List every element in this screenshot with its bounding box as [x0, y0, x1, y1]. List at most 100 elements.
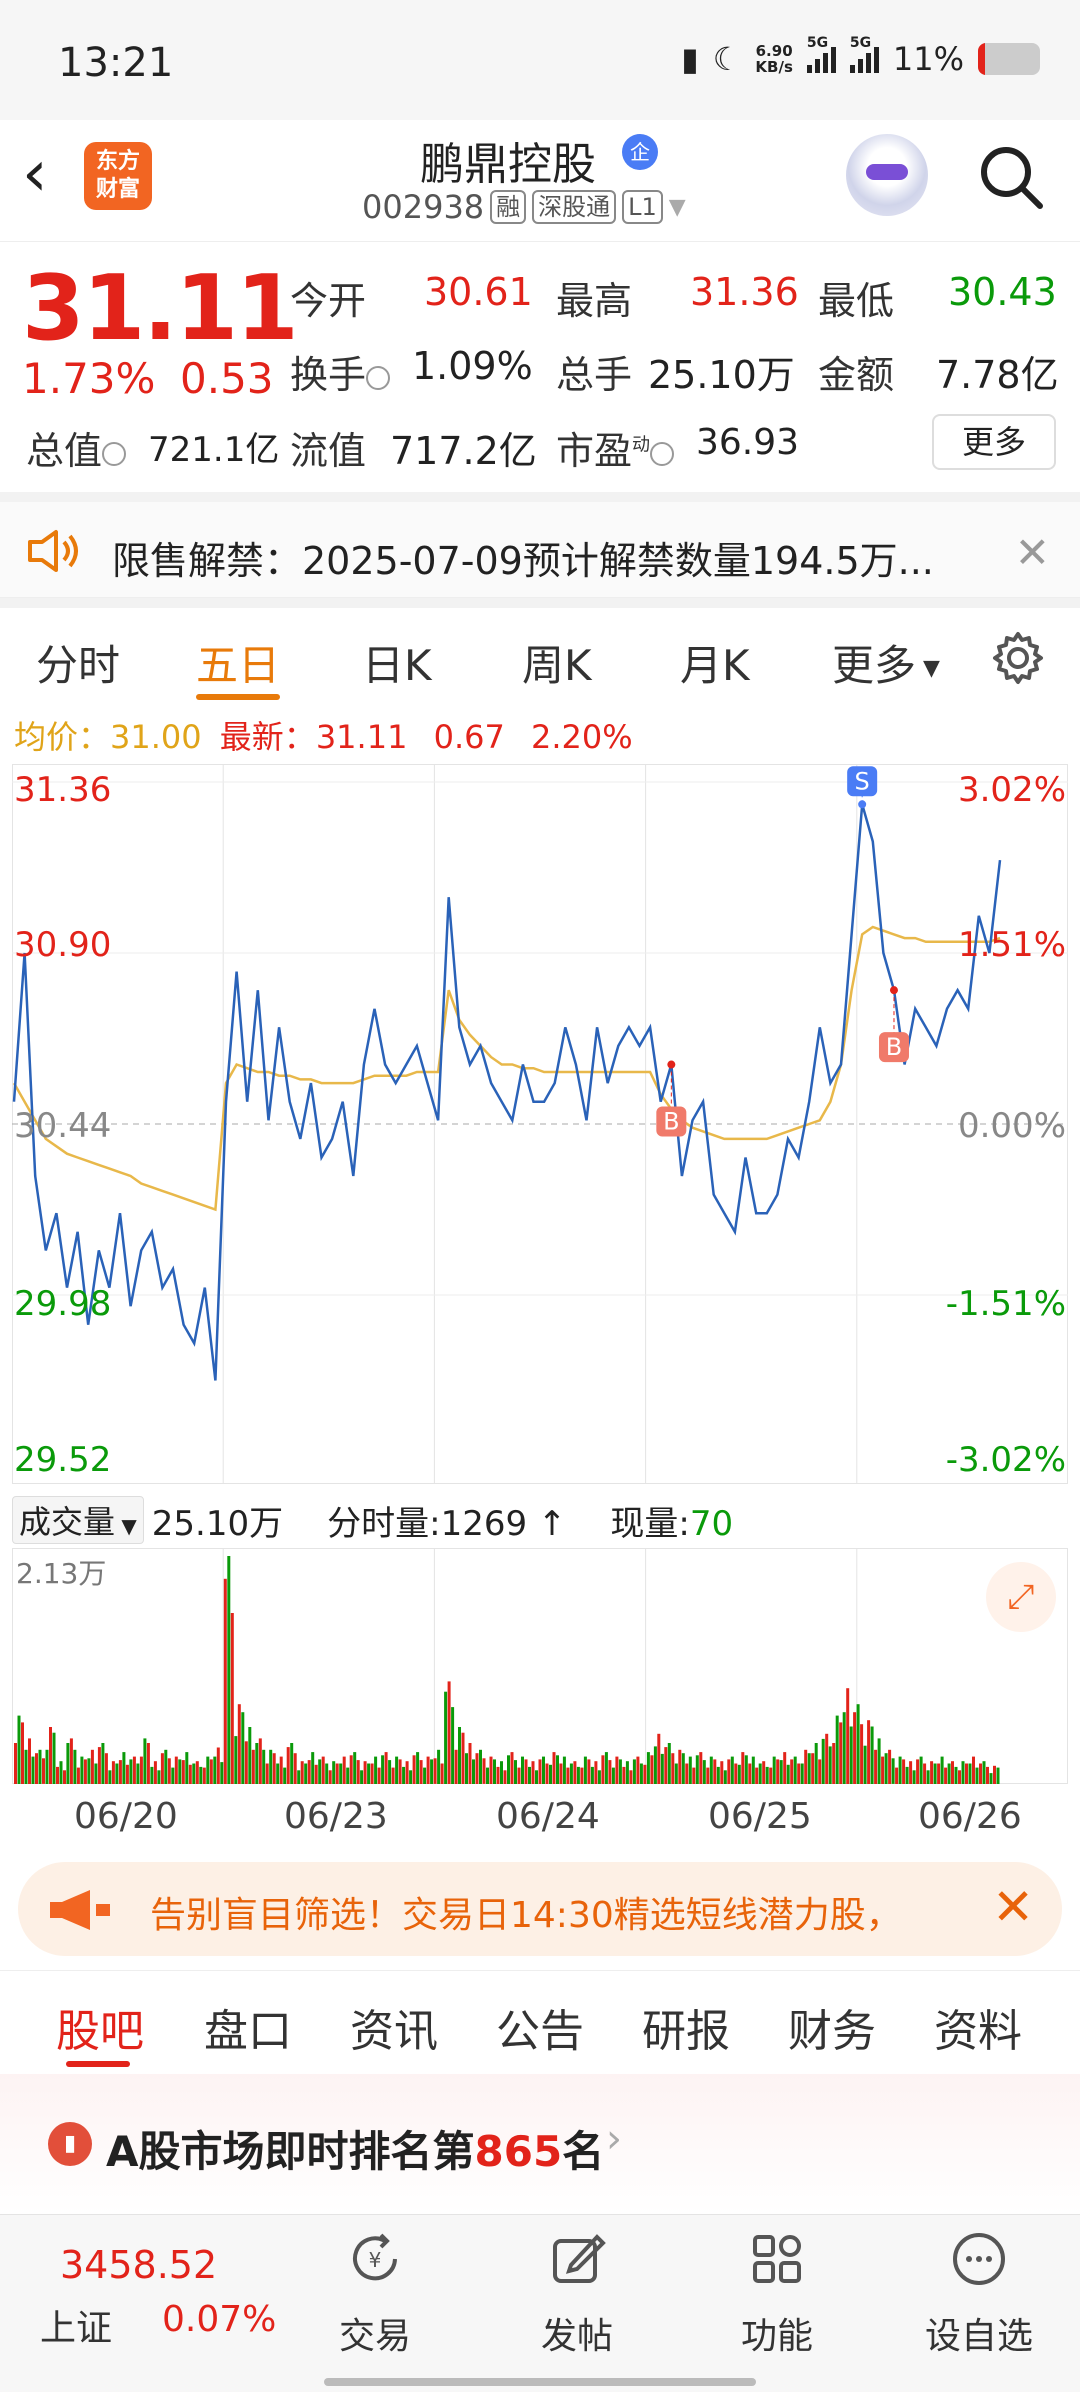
marker-dot	[858, 800, 867, 809]
volume-bar	[748, 1763, 752, 1784]
volume-bar	[307, 1760, 311, 1784]
volume-bar	[262, 1749, 266, 1784]
volume-bar	[370, 1763, 374, 1784]
volume-bar	[160, 1753, 164, 1784]
close-icon[interactable]: ✕	[1015, 528, 1050, 577]
nav-functions[interactable]: 功能	[702, 2215, 852, 2393]
tab-weekly-k[interactable]: 周K	[522, 632, 592, 693]
volume-header: 成交量 ▼ 25.10万 分时量:1269 ↑ 现量:70	[12, 1494, 1068, 1546]
tab-guba[interactable]: 股吧	[56, 1995, 144, 2059]
close-icon[interactable]: ✕	[992, 1878, 1034, 1936]
volume-bar	[590, 1766, 594, 1784]
volume-bar	[223, 1578, 227, 1784]
grid-icon	[753, 2235, 801, 2283]
nav-add-watchlist[interactable]: 设自选	[904, 2215, 1054, 2393]
volume-bar	[507, 1755, 510, 1784]
volume-bar	[692, 1767, 696, 1784]
megaphone-icon	[50, 1890, 110, 1930]
volume-bar	[514, 1760, 517, 1784]
tab-profile[interactable]: 资料	[934, 1995, 1022, 2059]
volume-bar	[989, 1773, 993, 1784]
volume-bar	[178, 1759, 182, 1784]
assistant-robot-icon[interactable]	[846, 134, 928, 216]
change-amount: 0.53	[180, 354, 274, 403]
five-day-price-chart[interactable]: S B B	[12, 764, 1068, 1484]
promo-banner[interactable]: 告别盲目筛选！交易日14:30精选短线潜力股， ✕	[18, 1862, 1062, 1956]
volume-bar	[790, 1759, 794, 1784]
volume-bar	[678, 1749, 682, 1784]
tab-news[interactable]: 资讯	[350, 1995, 438, 2059]
rank-text: A股市场即时排名第865名	[106, 2127, 605, 2176]
more-button[interactable]: 更多	[932, 414, 1056, 470]
low-value: 30.43	[948, 270, 1057, 314]
unlock-notice[interactable]: 限售解禁：2025-07-09预计解禁数量194.5万... ✕	[0, 492, 1080, 598]
info-icon[interactable]	[102, 441, 127, 466]
volume-bar	[741, 1752, 745, 1784]
volume-bar	[856, 1704, 860, 1784]
volume-bar	[968, 1763, 972, 1784]
volume-bar	[643, 1764, 647, 1784]
volume-bar	[108, 1770, 112, 1784]
tab-daily-k[interactable]: 日K	[362, 632, 432, 693]
volume-bar	[56, 1766, 59, 1784]
info-icon[interactable]	[650, 441, 675, 466]
tab-pankou[interactable]: 盘口	[204, 1995, 292, 2059]
volume-bar	[412, 1755, 416, 1784]
search-icon[interactable]	[976, 142, 1046, 212]
volume-bar	[947, 1763, 951, 1784]
volume-bar	[230, 1613, 234, 1784]
tab-announcements[interactable]: 公告	[496, 1995, 584, 2059]
tab-monthly-k[interactable]: 月K	[680, 632, 750, 693]
back-arrow-icon[interactable]: ‹	[22, 142, 48, 206]
tab-fenshi[interactable]: 分时	[36, 632, 120, 693]
volume-bar	[342, 1756, 346, 1784]
market-rank-banner[interactable]: ▮ A股市场即时排名第865名 ›	[0, 2074, 1080, 2214]
volume-bar	[937, 1763, 941, 1784]
change-percent: 1.73%	[22, 354, 156, 403]
expand-icon[interactable]: ⤢	[986, 1562, 1056, 1632]
eastmoney-logo[interactable]: 东方 财富	[84, 142, 152, 210]
volume-bar	[528, 1766, 531, 1784]
tab-research[interactable]: 研报	[642, 1995, 730, 2059]
volume-bar	[930, 1761, 934, 1784]
tab-five-day[interactable]: 五日	[196, 632, 280, 693]
volume-bar	[562, 1756, 566, 1784]
nav-trade[interactable]: ¥ 交易	[300, 2215, 450, 2393]
tab-finance[interactable]: 财务	[788, 1995, 876, 2059]
volume-bar	[825, 1733, 829, 1784]
volume-bar	[356, 1760, 360, 1784]
volume-bar	[87, 1758, 91, 1784]
volume-bar	[472, 1759, 475, 1784]
tab-more[interactable]: 更多 ▼	[832, 632, 940, 693]
volume-chart[interactable]	[12, 1548, 1068, 1785]
speaker-icon	[28, 530, 78, 572]
y-tick-right-1: 1.51%	[957, 925, 1066, 965]
volume-bar	[444, 1691, 448, 1784]
volume-bar	[63, 1770, 66, 1784]
volume-bar	[377, 1767, 381, 1784]
volume-bar	[517, 1767, 521, 1784]
info-icon[interactable]	[366, 365, 391, 390]
avg-price: 31.00	[110, 718, 202, 756]
volume-bar	[164, 1749, 168, 1784]
index-quote[interactable]: 3458.52 上证 0.07%	[0, 2215, 290, 2393]
nav-post[interactable]: 发帖	[502, 2215, 652, 2393]
stock-code-row[interactable]: 002938 融 深股通 L1 ▼	[362, 188, 686, 226]
volume-bar	[283, 1767, 287, 1784]
volume-bar	[622, 1766, 626, 1784]
volume-bar	[503, 1770, 507, 1784]
volume-bar	[608, 1760, 612, 1784]
gear-icon[interactable]	[990, 630, 1046, 686]
volume-bar	[583, 1756, 587, 1784]
volume-bar	[129, 1759, 133, 1784]
volume-bar	[17, 1715, 21, 1784]
volume-bar	[552, 1752, 556, 1784]
indicator-select[interactable]: 成交量 ▼	[12, 1496, 144, 1544]
volume-bar	[122, 1752, 126, 1784]
vibrate-icon: ▮	[681, 40, 699, 78]
volume-bar	[835, 1715, 839, 1784]
nav-add-watchlist-label: 设自选	[924, 2316, 1033, 2357]
volume-bar	[237, 1704, 241, 1784]
signal-icon-1: 5G	[806, 35, 836, 73]
volume-bar	[965, 1763, 968, 1784]
